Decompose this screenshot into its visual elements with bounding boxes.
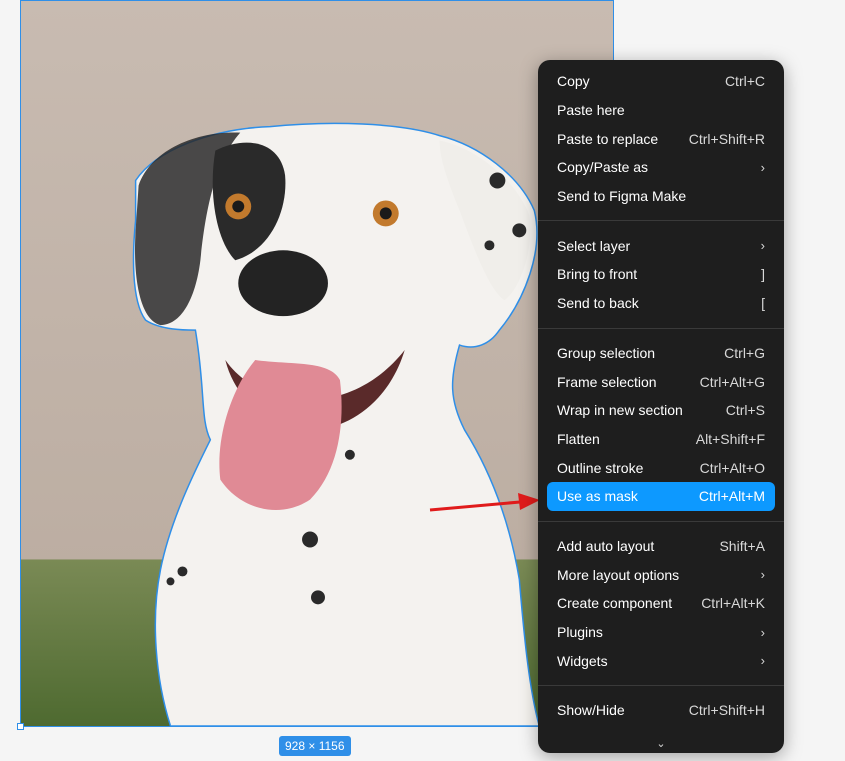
chevron-right-icon: › <box>760 159 765 175</box>
menu-item-use-as-mask[interactable]: Use as mask Ctrl+Alt+M <box>547 481 775 511</box>
menu-item-select-layer[interactable]: Select layer › <box>547 231 775 260</box>
menu-item-group-selection[interactable]: Group selection Ctrl+G <box>547 339 775 368</box>
menu-item-shortcut: Ctrl+Alt+O <box>699 459 765 476</box>
menu-item-label: Outline stroke <box>557 459 644 476</box>
menu-item-label: Use as mask <box>557 488 638 505</box>
menu-item-label: Copy/Paste as <box>557 159 649 176</box>
menu-item-copy-paste-as[interactable]: Copy/Paste as › <box>547 153 775 182</box>
menu-item-label: Wrap in new section <box>557 402 683 419</box>
menu-item-shortcut: Ctrl+Shift+R <box>688 130 765 147</box>
menu-item-shortcut: [ <box>761 295 765 312</box>
menu-item-label: More layout options <box>557 566 680 583</box>
chevron-down-icon[interactable]: ⌄ <box>538 739 784 750</box>
menu-item-label: Group selection <box>557 344 656 361</box>
menu-item-label: Widgets <box>557 652 608 669</box>
selected-image-layer[interactable] <box>20 0 614 727</box>
menu-item-shortcut: Ctrl+G <box>724 344 765 361</box>
menu-item-create-component[interactable]: Create component Ctrl+Alt+K <box>547 589 775 618</box>
menu-item-shortcut: Ctrl+Alt+K <box>701 595 765 612</box>
menu-item-show-hide[interactable]: Show/Hide Ctrl+Shift+H <box>547 696 775 725</box>
menu-item-shortcut: Shift+A <box>719 537 765 554</box>
menu-item-label: Select layer <box>557 237 631 254</box>
menu-item-label: Paste to replace <box>557 130 659 147</box>
dog-photo <box>21 1 613 726</box>
menu-item-shortcut: Ctrl+Shift+H <box>688 702 765 719</box>
menu-item-label: Copy <box>557 73 590 90</box>
menu-item-add-auto-layout[interactable]: Add auto layout Shift+A <box>547 532 775 561</box>
menu-item-label: Bring to front <box>557 266 638 283</box>
menu-item-label: Plugins <box>557 624 603 641</box>
menu-item-copy[interactable]: Copy Ctrl+C <box>547 67 775 96</box>
menu-item-paste-here[interactable]: Paste here <box>547 96 775 125</box>
menu-item-label: Add auto layout <box>557 537 655 554</box>
menu-separator <box>538 327 784 329</box>
menu-item-shortcut: Ctrl+S <box>725 402 765 419</box>
menu-item-bring-to-front[interactable]: Bring to front] <box>547 260 775 289</box>
menu-item-shortcut: Ctrl+Alt+M <box>698 488 765 505</box>
menu-separator <box>538 520 784 522</box>
menu-item-send-to-figma-make[interactable]: Send to Figma Make <box>547 182 775 211</box>
menu-item-outline-stroke[interactable]: Outline stroke Ctrl+Alt+O <box>547 453 775 482</box>
menu-item-paste-to-replace[interactable]: Paste to replace Ctrl+Shift+R <box>547 124 775 153</box>
menu-item-frame-selection[interactable]: Frame selection Ctrl+Alt+G <box>547 367 775 396</box>
menu-item-label: Flatten <box>557 430 600 447</box>
menu-item-label: Send to Figma Make <box>557 188 687 205</box>
menu-item-label: Frame selection <box>557 373 657 390</box>
menu-item-label: Paste here <box>557 102 625 119</box>
context-menu: Copy Ctrl+C Paste here Paste to replace Ctrl… <box>538 60 784 753</box>
chevron-right-icon: › <box>760 567 765 583</box>
menu-item-wrap-in-new-section[interactable]: Wrap in new section Ctrl+S <box>547 396 775 425</box>
menu-item-shortcut: Ctrl+C <box>724 73 765 90</box>
menu-item-label: Create component <box>557 595 673 612</box>
menu-item-label: Show/Hide <box>557 702 625 719</box>
menu-item-widgets[interactable]: Widgets › <box>547 646 775 675</box>
menu-item-label: Send to back <box>557 295 639 312</box>
dimensions-badge: 928 × 1156 <box>279 736 351 756</box>
menu-separator <box>538 220 784 222</box>
menu-item-more-layout-options[interactable]: More layout options › <box>547 560 775 589</box>
menu-item-flatten[interactable]: Flatten Alt+Shift+F <box>547 425 775 454</box>
chevron-right-icon: › <box>760 624 765 640</box>
menu-item-send-to-back[interactable]: Send to back [ <box>547 289 775 318</box>
chevron-right-icon: › <box>760 238 765 254</box>
menu-item-plugins[interactable]: Plugins › <box>547 618 775 647</box>
chevron-right-icon: › <box>760 653 765 669</box>
menu-item-shortcut: Ctrl+Alt+G <box>699 373 765 390</box>
menu-item-shortcut: Alt+Shift+F <box>695 430 765 447</box>
menu-item-shortcut: ] <box>761 266 765 283</box>
menu-separator <box>538 685 784 687</box>
resize-handle-bottom-left[interactable] <box>17 723 24 730</box>
